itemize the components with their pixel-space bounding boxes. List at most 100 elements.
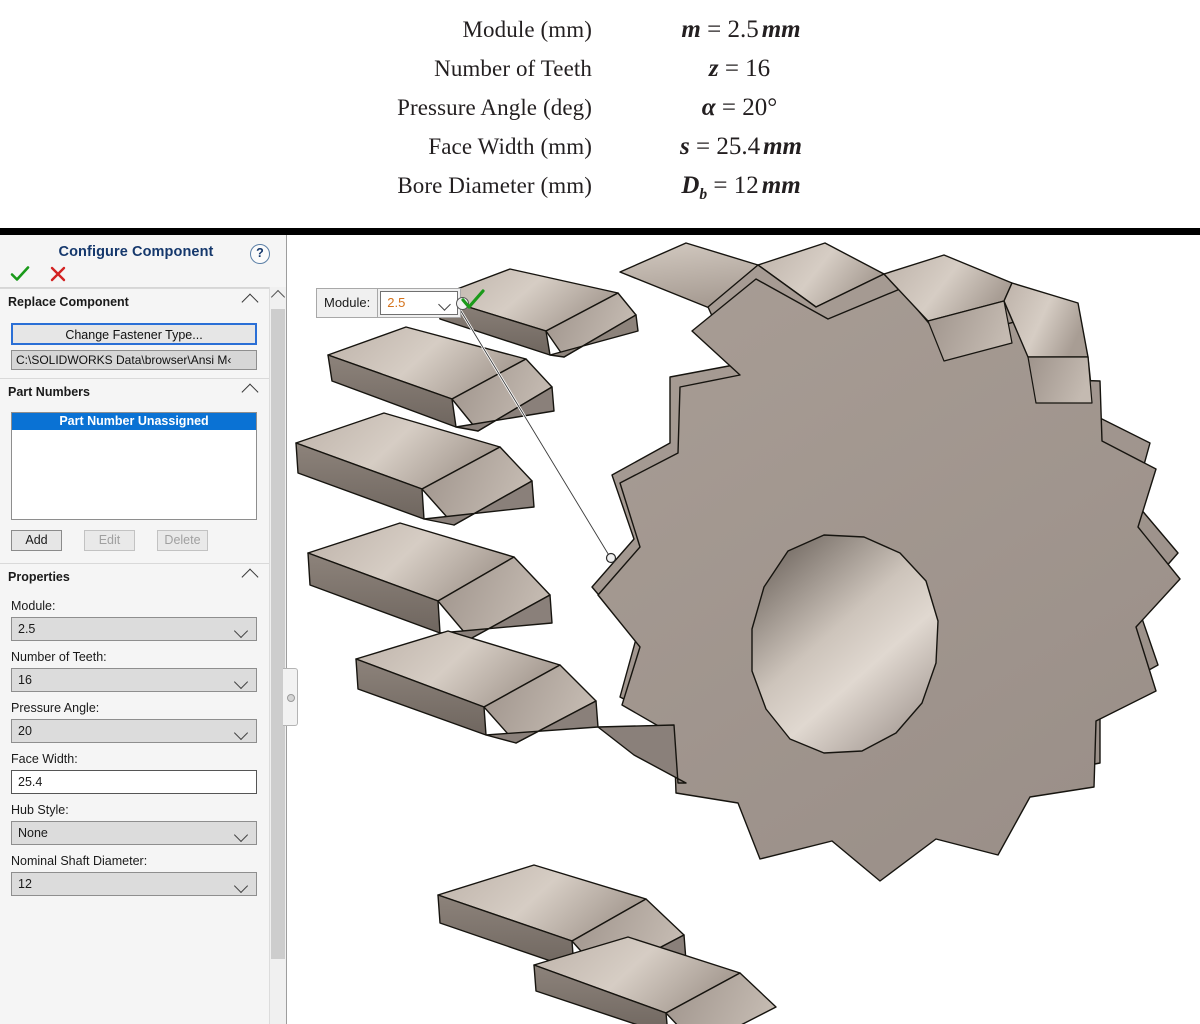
spec-symbol: D: [681, 172, 699, 199]
gear-spec-table: Module (mm) m = 2.5mm Number of Teeth z …: [330, 16, 890, 211]
section-divider-bar: [0, 228, 1200, 235]
spec-symbol: s: [680, 133, 690, 160]
spec-equals: =: [701, 16, 728, 43]
chevron-down-icon: [234, 879, 248, 893]
field-label-number-of-teeth: Number of Teeth:: [11, 650, 278, 664]
section-label: Properties: [8, 570, 70, 584]
spec-unit: mm: [763, 133, 802, 160]
chevron-up-icon[interactable]: [242, 569, 259, 586]
section-header-replace-component[interactable]: Replace Component: [0, 288, 286, 315]
spec-equals: =: [716, 94, 743, 121]
spec-number: 16: [745, 55, 770, 82]
callout-label: Module:: [317, 289, 378, 317]
section-body-properties: Module: 2.5 Number of Teeth: 16 Pressure…: [0, 599, 286, 904]
section-header-part-numbers[interactable]: Part Numbers: [0, 378, 286, 405]
spec-label-bore-diameter: Bore Diameter (mm): [330, 173, 592, 199]
spec-number: 12: [734, 172, 759, 199]
specification-table-area: Module (mm) m = 2.5mm Number of Teeth z …: [0, 0, 1200, 228]
chevron-up-icon[interactable]: [242, 384, 259, 401]
check-icon: [10, 265, 30, 283]
part-numbers-list[interactable]: Part Number Unassigned: [11, 412, 257, 520]
number-of-teeth-dropdown[interactable]: 16: [11, 668, 257, 692]
field-label-nominal-shaft-diameter: Nominal Shaft Diameter:: [11, 854, 278, 868]
check-icon: [460, 288, 486, 312]
spec-unit: mm: [762, 16, 801, 43]
chevron-up-icon[interactable]: [242, 294, 259, 311]
spec-equals: =: [719, 55, 746, 82]
spec-value-bore-diameter: Db = 12mm: [592, 172, 890, 204]
spec-symbol: z: [709, 55, 719, 82]
spec-unit: mm: [762, 172, 801, 199]
graphics-viewport[interactable]: [288, 235, 1200, 1024]
spec-label-teeth: Number of Teeth: [330, 56, 592, 82]
confirm-button[interactable]: [6, 263, 34, 285]
nominal-shaft-diameter-dropdown[interactable]: 12: [11, 872, 257, 896]
chevron-down-icon: [234, 828, 248, 842]
spec-equals: =: [690, 133, 717, 160]
spec-symbol: α: [702, 94, 716, 121]
spec-row: Number of Teeth z = 16: [330, 55, 890, 94]
component-path-field[interactable]: C:\SOLIDWORKS Data\browser\Ansi M‹: [11, 350, 257, 370]
splitter-dot-icon: [287, 694, 295, 702]
face-width-input[interactable]: 25.4: [11, 770, 257, 794]
spec-label-face-width: Face Width (mm): [330, 134, 592, 160]
module-dropdown[interactable]: 2.5: [11, 617, 257, 641]
panel-action-buttons: [6, 263, 72, 285]
app-root: Module (mm) m = 2.5mm Number of Teeth z …: [0, 0, 1200, 1024]
help-icon[interactable]: ?: [250, 244, 270, 264]
spec-value-pressure-angle: α = 20°: [592, 94, 890, 122]
panel-header: Configure Component ?: [0, 235, 286, 288]
nominal-shaft-diameter-dropdown-value: 12: [18, 877, 32, 891]
section-header-properties[interactable]: Properties: [0, 563, 286, 590]
spec-row: Pressure Angle (deg) α = 20°: [330, 94, 890, 133]
property-manager-panel: Configure Component ? Replace Component: [0, 235, 287, 1024]
delete-button: Delete: [157, 530, 208, 551]
spec-equals: =: [707, 172, 734, 199]
hub-style-dropdown-value: None: [18, 826, 48, 840]
edit-button: Edit: [84, 530, 135, 551]
chevron-down-icon: [234, 675, 248, 689]
chevron-down-icon: [234, 726, 248, 740]
x-icon: [49, 265, 67, 283]
change-fastener-type-button[interactable]: Change Fastener Type...: [11, 323, 257, 345]
number-of-teeth-dropdown-value: 16: [18, 673, 32, 687]
spec-number: 25.4: [716, 133, 760, 160]
callout-module-dropdown[interactable]: 2.5: [380, 291, 458, 315]
spec-row: Module (mm) m = 2.5mm: [330, 16, 890, 55]
spec-number: 2.5: [727, 16, 758, 43]
chevron-down-icon: [438, 298, 451, 311]
part-number-buttons: Add Edit Delete: [11, 530, 278, 551]
chevron-down-icon: [234, 624, 248, 638]
cancel-button[interactable]: [44, 263, 72, 285]
spec-label-pressure-angle: Pressure Angle (deg): [330, 95, 592, 121]
face-width-input-value: 25.4: [18, 775, 42, 789]
spec-value-module: m = 2.5mm: [592, 16, 890, 44]
field-label-pressure-angle: Pressure Angle:: [11, 701, 278, 715]
panel-splitter-handle[interactable]: [283, 668, 298, 726]
callout-confirm-button[interactable]: [460, 288, 486, 317]
scroll-up-icon[interactable]: [271, 290, 285, 304]
spec-symbol: m: [681, 16, 700, 43]
scrollbar-thumb[interactable]: [271, 309, 285, 959]
callout-module-value: 2.5: [387, 295, 405, 310]
module-callout[interactable]: Module: 2.5: [316, 288, 461, 318]
section-label: Replace Component: [8, 295, 129, 309]
field-label-module: Module:: [11, 599, 278, 613]
page-title: Configure Component: [0, 244, 272, 260]
pressure-angle-dropdown[interactable]: 20: [11, 719, 257, 743]
spec-label-module: Module (mm): [330, 17, 592, 43]
panel-scrollbar[interactable]: [269, 287, 286, 1024]
field-label-face-width: Face Width:: [11, 752, 278, 766]
spec-value-teeth: z = 16: [592, 55, 890, 83]
spec-subscript: b: [699, 186, 707, 203]
add-button[interactable]: Add: [11, 530, 62, 551]
spec-value-face-width: s = 25.4mm: [592, 133, 890, 161]
spec-row: Face Width (mm) s = 25.4mm: [330, 133, 890, 172]
spur-gear-model[interactable]: [288, 235, 1200, 1024]
hub-style-dropdown[interactable]: None: [11, 821, 257, 845]
spec-row: Bore Diameter (mm) Db = 12mm: [330, 172, 890, 211]
section-body-replace-component: Change Fastener Type... C:\SOLIDWORKS Da…: [0, 315, 286, 378]
list-item[interactable]: Part Number Unassigned: [12, 413, 256, 430]
module-dropdown-value: 2.5: [18, 622, 35, 636]
field-label-hub-style: Hub Style:: [11, 803, 278, 817]
